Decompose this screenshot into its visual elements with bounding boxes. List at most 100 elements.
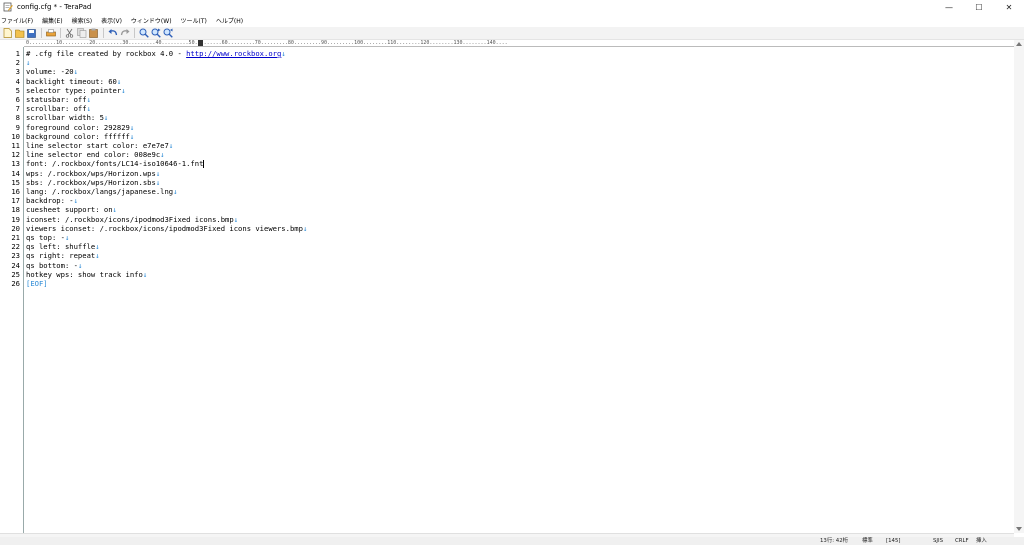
status-encoding: SJIS	[933, 538, 944, 544]
close-button[interactable]: ✕	[994, 0, 1024, 14]
code-line: font: /.rockbox/fonts/LC14-iso10646-1.fn…	[26, 159, 205, 169]
status-mode: 標準	[862, 538, 873, 544]
line-number: 14	[11, 168, 20, 178]
menu-file[interactable]: ファイル(F)	[1, 16, 33, 25]
code-line-text: scrollbar width: 5	[26, 113, 104, 123]
ruler-cursor-marker	[198, 40, 203, 46]
undo-icon[interactable]	[107, 28, 118, 39]
window-title: config.cfg * - TeraPad	[17, 3, 92, 11]
terapad-window: config.cfg * - TeraPad — ☐ ✕ ファイル(F) 編集(…	[0, 0, 1024, 545]
line-ending-marker-icon: ↓	[155, 177, 161, 187]
print-icon[interactable]	[45, 28, 56, 39]
line-ending-marker-icon: ↓	[77, 260, 83, 270]
line-ending-marker-icon: ↓	[129, 122, 135, 132]
code-line: line selector end color: 008e9c↓	[26, 150, 164, 159]
code-line: qs left: shuffle↓	[26, 242, 100, 251]
save-icon[interactable]	[26, 28, 37, 39]
code-line: backlight timeout: 60↓	[26, 77, 121, 86]
line-ending-marker-icon: ↓	[160, 150, 165, 160]
code-line: lang: /.rockbox/langs/japanese.lng↓	[26, 187, 177, 196]
code-line: statusbar: off↓	[26, 95, 91, 104]
url-link[interactable]: http://www.rockbox.org	[186, 49, 281, 58]
find-next-icon[interactable]	[150, 28, 161, 39]
line-number: 13	[11, 159, 20, 169]
code-line: background color: ffffff↓	[26, 132, 134, 141]
code-line-text: volume: -20	[26, 67, 74, 77]
line-number: 26	[11, 279, 20, 288]
status-insert-mode: 挿入	[976, 538, 987, 544]
line-number: 11	[11, 141, 20, 150]
window-controls: — ☐ ✕	[934, 0, 1024, 14]
code-line-text: wps: /.rockbox/wps/Horizon.wps	[26, 168, 156, 178]
code-line-text: line selector start color: e7e7e7	[26, 141, 169, 150]
line-ending-marker-icon: ↓	[86, 104, 91, 114]
copy-icon[interactable]	[76, 28, 87, 39]
maximize-button[interactable]: ☐	[964, 0, 994, 14]
line-number: 18	[11, 205, 20, 215]
redo-icon[interactable]	[119, 28, 130, 39]
code-line-text: background color: ffffff	[26, 131, 130, 141]
scroll-down-arrow-icon[interactable]	[1016, 527, 1022, 531]
code-line: selector type: pointer↓	[26, 86, 126, 95]
code-line: qs right: repeat↓	[26, 251, 100, 260]
scroll-up-arrow-icon[interactable]	[1016, 42, 1022, 46]
paste-icon[interactable]	[88, 28, 99, 39]
code-line: scrollbar: off↓	[26, 104, 91, 113]
find-prev-icon[interactable]	[162, 28, 173, 39]
open-file-icon[interactable]	[14, 28, 25, 39]
line-ending-marker-icon: ↓	[64, 233, 70, 242]
toolbar-separator	[103, 28, 104, 38]
line-ending-marker-icon: ↓	[26, 58, 31, 68]
line-ending-marker-icon: ↓	[86, 95, 91, 104]
toolbar-separator	[134, 28, 135, 38]
line-number: 23	[11, 251, 20, 261]
find-icon[interactable]	[138, 28, 149, 39]
eof-marker: [EOF]	[26, 279, 48, 288]
line-ending-marker-icon: ↓	[73, 196, 78, 206]
code-line-text: iconset: /.rockbox/icons/ipodmod3Fixed i…	[26, 214, 234, 224]
column-ruler: 0.........10.........20.........30......…	[24, 40, 1014, 47]
line-number: 16	[11, 187, 20, 196]
line-ending-marker-icon: ↓	[121, 85, 126, 95]
menu-edit[interactable]: 編集(E)	[42, 16, 62, 25]
text-editor-area[interactable]: # .cfg file created by rockbox 4.0 - htt…	[25, 47, 1014, 533]
code-line: foreground color: 292829↓	[26, 123, 134, 132]
line-number-gutter: 1 2 3 4 5 6 7 8 9 10 11 12 13 14 15 16 17 18 19 20 21 22 23 24 2…	[0, 47, 24, 533]
minimize-button[interactable]: —	[934, 0, 964, 14]
menu-window[interactable]: ウィンドウ(W)	[131, 16, 172, 25]
line-number: 12	[11, 150, 20, 160]
line-number: 8	[15, 113, 20, 123]
line-ending-marker-icon: ↓	[95, 242, 100, 252]
toolbar-separator	[41, 28, 42, 38]
line-number: 3	[15, 67, 20, 77]
menu-tools[interactable]: ツール(T)	[181, 16, 207, 25]
line-ending-marker-icon: ↓	[302, 223, 308, 233]
code-line-text: qs bottom: -	[26, 260, 78, 270]
code-line: qs bottom: -↓	[26, 261, 82, 270]
line-number: 15	[11, 177, 20, 187]
code-line: qs top: -↓	[26, 233, 69, 242]
code-line-text: qs right: repeat	[26, 251, 96, 261]
code-line-text: statusbar: off	[26, 95, 87, 104]
menu-view[interactable]: 表示(V)	[101, 16, 122, 25]
line-number: 20	[11, 223, 20, 233]
new-file-icon[interactable]	[2, 28, 13, 39]
menu-search[interactable]: 検索(S)	[72, 16, 93, 25]
menu-help[interactable]: ヘルプ(H)	[216, 16, 243, 25]
line-ending-marker-icon: ↓	[155, 168, 161, 178]
code-line-text: foreground color: 292829	[26, 122, 130, 132]
line-number: 10	[11, 131, 20, 141]
line-number: 7	[15, 104, 20, 114]
code-line: scrollbar width: 5↓	[26, 113, 108, 122]
code-line-text: scrollbar: off	[26, 104, 87, 114]
status-bar: 13行: 42桁 標準 [145] SJIS CRLF 挿入	[0, 537, 1024, 545]
line-number: 6	[15, 95, 20, 104]
line-number: 25	[11, 269, 20, 279]
vertical-scrollbar[interactable]	[1014, 40, 1024, 533]
cut-icon[interactable]	[64, 28, 75, 39]
title-bar: config.cfg * - TeraPad — ☐ ✕	[0, 0, 1024, 14]
line-number: 4	[15, 76, 20, 86]
code-line: line selector start color: e7e7e7↓	[26, 141, 173, 150]
line-ending-marker-icon: ↓	[281, 49, 286, 58]
code-line-text: selector type: pointer	[26, 85, 122, 95]
